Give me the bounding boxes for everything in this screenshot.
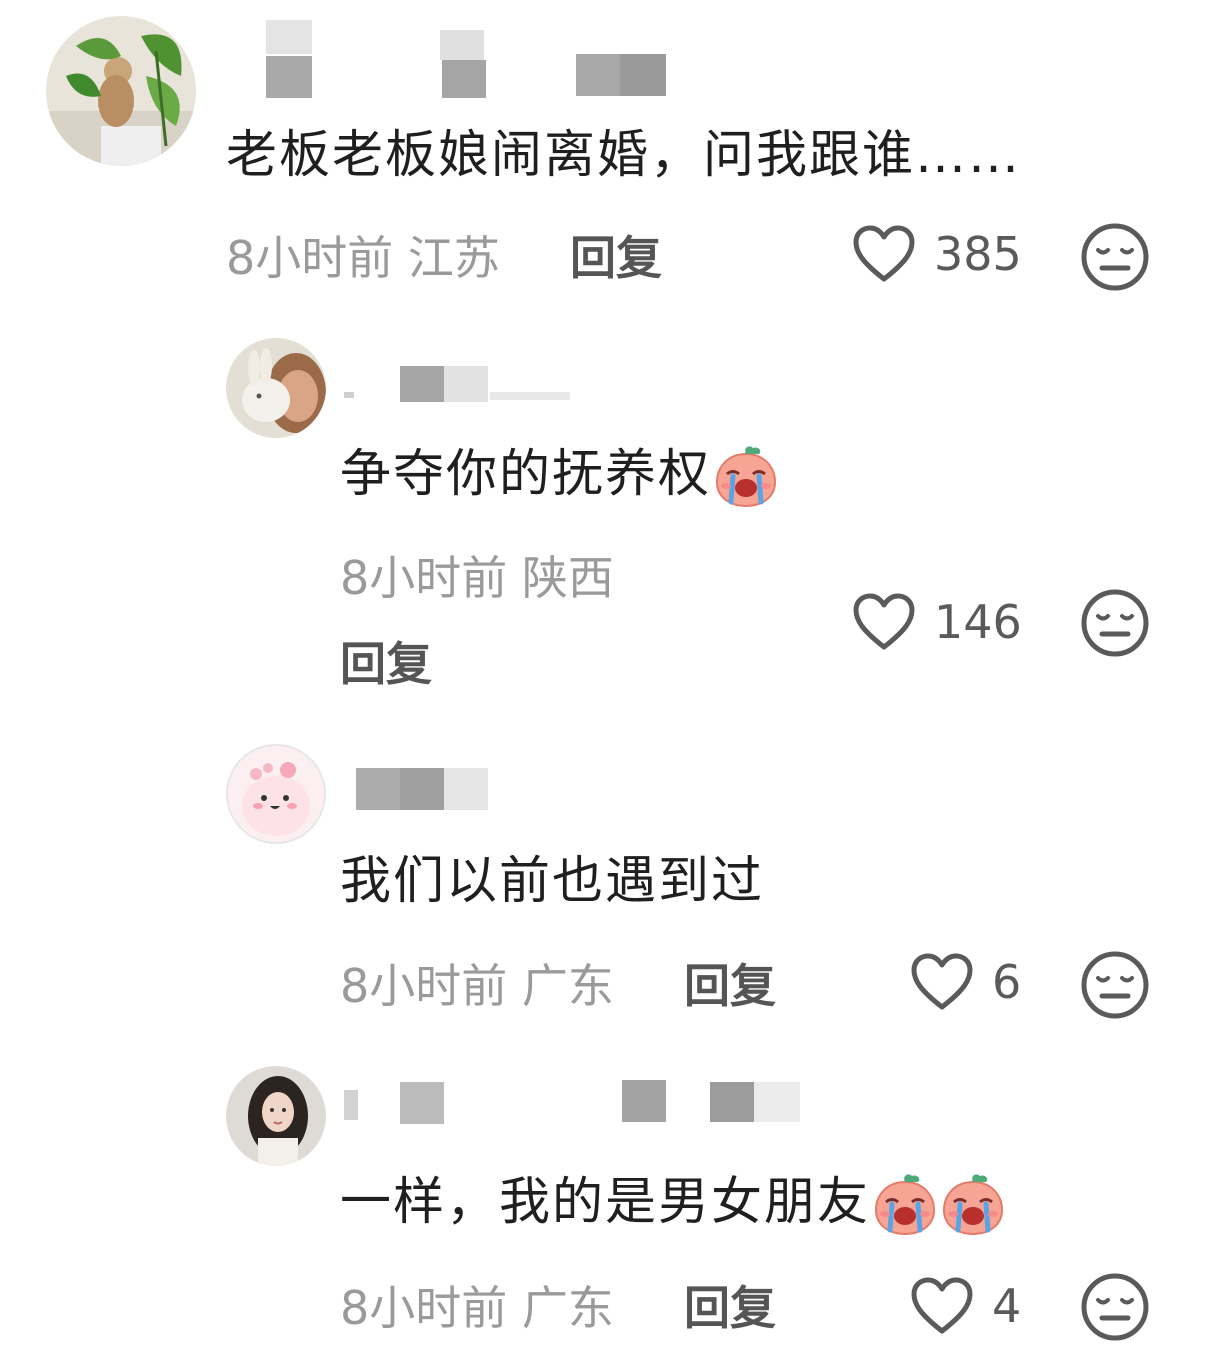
comment-1: 老板老板娘闹离婚，问我跟谁…… 8小时前 江苏 回复 385 <box>0 0 1220 310</box>
avatar[interactable] <box>226 744 326 844</box>
comment-meta: 8小时前 陕西 <box>340 550 614 606</box>
avatar[interactable] <box>226 338 326 438</box>
avatar[interactable] <box>226 1066 326 1166</box>
comment-time: 8小时前 <box>226 231 394 285</box>
like-button[interactable]: 146 <box>852 592 1022 652</box>
comment-meta: 8小时前 江苏 <box>226 230 500 286</box>
comment-2: 争夺你的抚养权 8小时前 陕西 回复 146 <box>0 330 1220 710</box>
username-redacted[interactable] <box>340 766 500 812</box>
meh-face-icon[interactable] <box>1080 950 1150 1020</box>
comment-text: 老板老板娘闹离婚，问我跟谁…… <box>226 126 1022 185</box>
comment-time: 8小时前 <box>340 1281 508 1335</box>
avatar[interactable] <box>46 16 196 166</box>
reply-button[interactable]: 回复 <box>684 1280 776 1336</box>
comment-location: 广东 <box>521 1281 614 1335</box>
comment-time: 8小时前 <box>340 551 508 605</box>
comment-location: 陕西 <box>521 551 614 605</box>
comment-3: 我们以前也遇到过 8小时前 广东 回复 6 <box>0 730 1220 1050</box>
like-count: 6 <box>992 955 1022 1009</box>
comment-meta: 8小时前 广东 <box>340 958 614 1014</box>
username-redacted[interactable] <box>340 1076 820 1128</box>
like-count: 146 <box>934 595 1022 649</box>
comment-location: 广东 <box>521 959 614 1013</box>
comment-meta: 8小时前 广东 <box>340 1280 614 1336</box>
meh-face-icon[interactable] <box>1080 222 1150 292</box>
username-redacted[interactable] <box>260 14 730 104</box>
reply-button[interactable]: 回复 <box>684 958 776 1014</box>
reply-button[interactable]: 回复 <box>340 636 432 692</box>
crying-peach-emoji <box>716 446 777 508</box>
heart-outline-icon <box>853 225 915 282</box>
heart-outline-icon <box>853 593 915 650</box>
like-button[interactable]: 4 <box>910 1276 1021 1336</box>
comment-text: 争夺你的抚养权 <box>340 444 779 510</box>
heart-outline-icon <box>911 953 973 1010</box>
reply-button[interactable]: 回复 <box>570 230 662 286</box>
comment-text: 我们以前也遇到过 <box>340 852 765 911</box>
like-count: 385 <box>934 227 1022 281</box>
comment-time: 8小时前 <box>340 959 508 1013</box>
username-redacted[interactable] <box>340 362 580 406</box>
comment-text: 一样，我的是男女朋友 <box>340 1172 1006 1238</box>
like-button[interactable]: 385 <box>852 224 1022 284</box>
like-count: 4 <box>992 1279 1022 1333</box>
comment-location: 江苏 <box>407 231 500 285</box>
crying-peach-emoji <box>943 1174 1004 1236</box>
meh-face-icon[interactable] <box>1080 588 1150 658</box>
comment-text-content: 一样，我的是男女朋友 <box>340 1173 871 1232</box>
comment-text-content: 争夺你的抚养权 <box>340 445 712 504</box>
like-button[interactable]: 6 <box>910 952 1021 1012</box>
comment-4: 一样，我的是男女朋友 8小时前 广东 回复 4 <box>0 1060 1220 1367</box>
crying-peach-emoji <box>875 1174 936 1236</box>
meh-face-icon[interactable] <box>1080 1272 1150 1342</box>
heart-outline-icon <box>911 1277 973 1334</box>
